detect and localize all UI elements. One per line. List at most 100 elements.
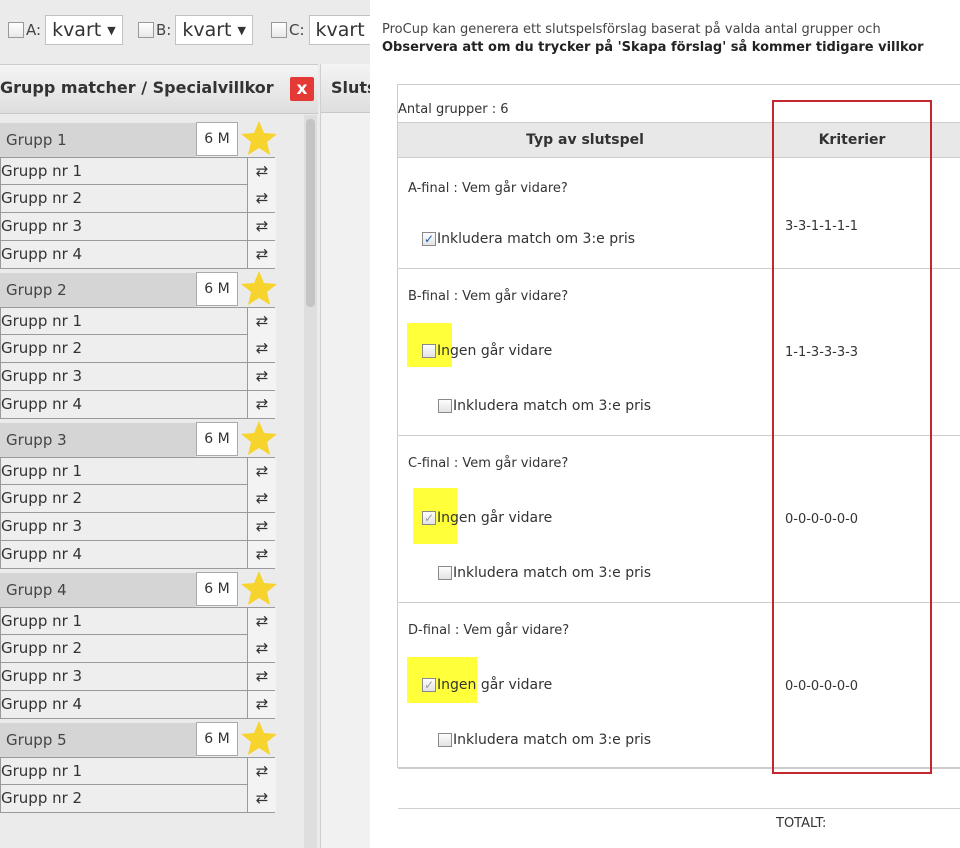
match-count[interactable]: 6 M	[196, 272, 238, 306]
filter-c-select[interactable]: kvart	[308, 15, 370, 45]
no-advance-label: Ingen går vidare	[437, 343, 553, 359]
swap-icon[interactable]: ⇄	[247, 391, 276, 418]
include-third-place-option[interactable]: ✓ Inkludera match om 3:e pris	[422, 231, 635, 247]
close-button[interactable]: x	[290, 77, 314, 101]
include-third-place-checkbox[interactable]	[438, 566, 452, 580]
group-row-label: Grupp nr 1	[1, 312, 83, 330]
filter-b-value: kvart	[182, 19, 232, 41]
group-row[interactable]: Grupp nr 1 ⇄	[0, 457, 276, 485]
group-row[interactable]: Grupp nr 2 ⇄	[0, 785, 276, 813]
group-header[interactable]: Grupp 56 M	[0, 719, 300, 757]
include-third-place-label: Inkludera match om 3:e pris	[453, 732, 652, 748]
star-icon[interactable]	[240, 119, 278, 157]
group-row[interactable]: Grupp nr 2 ⇄	[0, 635, 276, 663]
swap-icon[interactable]: ⇄	[247, 458, 276, 485]
group-name: Grupp 4	[0, 573, 196, 607]
filter-c-checkbox[interactable]	[271, 22, 287, 38]
star-icon[interactable]	[240, 269, 278, 307]
group-row[interactable]: Grupp nr 3 ⇄	[0, 663, 276, 691]
group-list: Grupp 16 M Grupp nr 1 ⇄ Grupp nr 2 ⇄ Grupp nr…	[0, 119, 300, 813]
group-row[interactable]: Grupp nr 4 ⇄	[0, 391, 276, 419]
filter-c-label: C:	[289, 21, 305, 39]
group-row[interactable]: Grupp nr 2 ⇄	[0, 485, 276, 513]
group-row-label: Grupp nr 3	[1, 367, 83, 385]
match-count[interactable]: 6 M	[196, 722, 238, 756]
swap-icon[interactable]: ⇄	[247, 785, 276, 812]
group-name: Grupp 2	[0, 273, 196, 307]
match-count[interactable]: 6 M	[196, 572, 238, 606]
group-row[interactable]: Grupp nr 2 ⇄	[0, 185, 276, 213]
filter-b-checkbox[interactable]	[138, 22, 154, 38]
no-advance-label: Ingen går vidare	[437, 677, 553, 693]
swap-icon[interactable]: ⇄	[247, 691, 276, 718]
swap-icon[interactable]: ⇄	[247, 158, 276, 185]
group-header[interactable]: Grupp 36 M	[0, 419, 300, 457]
group-row[interactable]: Grupp nr 1 ⇄	[0, 607, 276, 635]
no-advance-checkbox[interactable]: ✓	[422, 678, 436, 692]
include-third-place-checkbox[interactable]	[438, 733, 452, 747]
filter-b-label: B:	[156, 21, 172, 39]
include-third-place-checkbox[interactable]	[438, 399, 452, 413]
scrollbar[interactable]	[304, 115, 317, 848]
swap-icon[interactable]: ⇄	[247, 758, 276, 785]
swap-icon[interactable]: ⇄	[247, 335, 276, 362]
group-count: Antal grupper : 6	[398, 102, 509, 117]
group-row[interactable]: Grupp nr 3 ⇄	[0, 513, 276, 541]
group-row[interactable]: Grupp nr 1 ⇄	[0, 307, 276, 335]
group-row-label: Grupp nr 1	[1, 162, 83, 180]
group-row[interactable]: Grupp nr 4 ⇄	[0, 541, 276, 569]
swap-icon[interactable]: ⇄	[247, 513, 276, 540]
star-icon[interactable]	[240, 569, 278, 607]
no-advance-option[interactable]: ✓ Ingen går vidare	[422, 510, 552, 526]
group-row[interactable]: Grupp nr 4 ⇄	[0, 241, 276, 269]
group-row[interactable]: Grupp nr 1 ⇄	[0, 157, 276, 185]
group-row[interactable]: Grupp nr 1 ⇄	[0, 757, 276, 785]
swap-icon[interactable]: ⇄	[247, 363, 276, 390]
swap-icon[interactable]: ⇄	[247, 241, 276, 268]
group-row[interactable]: Grupp nr 4 ⇄	[0, 691, 276, 719]
match-count[interactable]: 6 M	[196, 122, 238, 156]
group-header[interactable]: Grupp 46 M	[0, 569, 300, 607]
swap-icon[interactable]: ⇄	[247, 663, 276, 690]
swap-icon[interactable]: ⇄	[247, 213, 276, 240]
star-icon[interactable]	[240, 719, 278, 757]
group-row[interactable]: Grupp nr 3 ⇄	[0, 213, 276, 241]
swap-icon[interactable]: ⇄	[247, 308, 276, 335]
include-third-place-label: Inkludera match om 3:e pris	[453, 398, 652, 414]
star-icon[interactable]	[240, 419, 278, 457]
no-advance-checkbox[interactable]	[422, 344, 436, 358]
filter-c-value: kvart	[315, 19, 365, 41]
include-third-place-option[interactable]: Inkludera match om 3:e pris	[438, 398, 651, 414]
tab-slutspel[interactable]: Slutspel	[321, 64, 370, 113]
group-row[interactable]: Grupp nr 3 ⇄	[0, 363, 276, 391]
include-third-place-option[interactable]: Inkludera match om 3:e pris	[438, 732, 651, 748]
swap-icon[interactable]: ⇄	[247, 485, 276, 512]
include-third-place-label: Inkludera match om 3:e pris	[437, 231, 636, 247]
group-row-label: Grupp nr 4	[1, 545, 83, 563]
no-advance-option[interactable]: Ingen går vidare	[422, 343, 552, 359]
group-row-label: Grupp nr 1	[1, 762, 83, 780]
swap-icon[interactable]: ⇄	[247, 541, 276, 568]
include-third-place-option[interactable]: Inkludera match om 3:e pris	[438, 565, 651, 581]
group-header[interactable]: Grupp 16 M	[0, 119, 300, 157]
group-row-label: Grupp nr 4	[1, 395, 83, 413]
swap-icon[interactable]: ⇄	[247, 635, 276, 662]
annotation-box	[772, 100, 932, 774]
filter-a-label: A:	[26, 21, 42, 39]
filter-a-select[interactable]: kvart ▼	[45, 15, 123, 45]
no-advance-option[interactable]: ✓ Ingen går vidare	[422, 677, 552, 693]
group-row-label: Grupp nr 3	[1, 667, 83, 685]
scrollbar-thumb[interactable]	[306, 119, 315, 307]
no-advance-checkbox[interactable]: ✓	[422, 511, 436, 525]
match-count[interactable]: 6 M	[196, 422, 238, 456]
include-third-place-checkbox[interactable]: ✓	[422, 232, 436, 246]
group-row[interactable]: Grupp nr 2 ⇄	[0, 335, 276, 363]
no-advance-label: Ingen går vidare	[437, 510, 553, 526]
filter-b-select[interactable]: kvart ▼	[175, 15, 253, 45]
main-content: ProCup kan generera ett slutspelsförslag…	[370, 0, 960, 848]
filter-a-checkbox[interactable]	[8, 22, 24, 38]
swap-icon[interactable]: ⇄	[247, 608, 276, 635]
final-title: B-final : Vem går vidare?	[408, 289, 569, 304]
swap-icon[interactable]: ⇄	[247, 185, 276, 212]
group-header[interactable]: Grupp 26 M	[0, 269, 300, 307]
